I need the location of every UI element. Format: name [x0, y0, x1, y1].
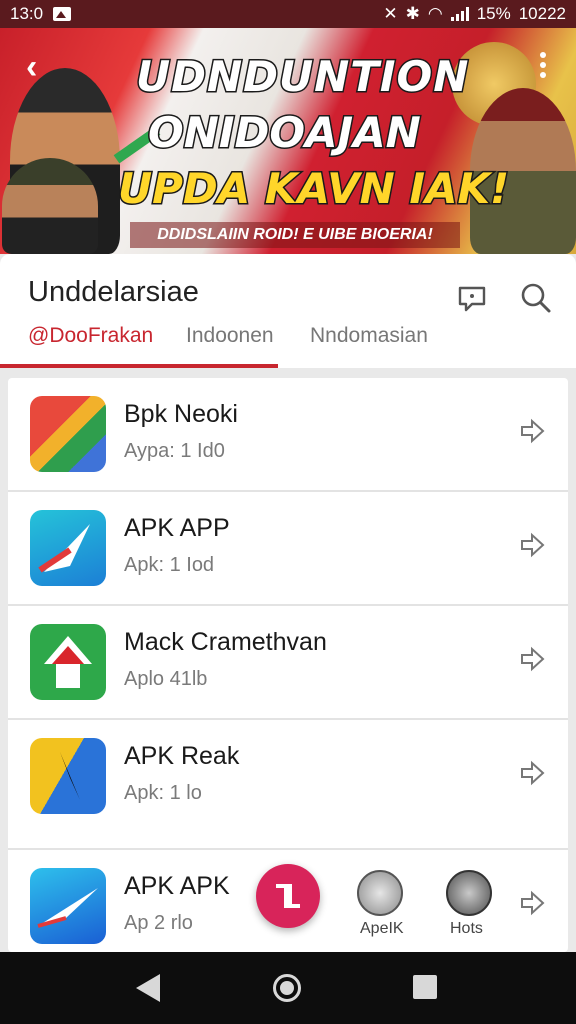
hots-action-button[interactable] — [446, 870, 492, 916]
banner-headline-3: UPDA KAVN IAK! — [116, 163, 510, 215]
app-name: APK APK — [124, 872, 230, 900]
mute-icon: ✕ — [383, 4, 398, 23]
app-name: APK Reak — [124, 742, 240, 770]
banner-headline-1: UDNDUNTION — [134, 51, 470, 103]
status-bar: 13:0 ✕ ✱ ◠ 15% 10222 — [0, 0, 576, 28]
banner-headline-2: ONIDOAJAN — [147, 107, 423, 159]
share-arrow-icon[interactable] — [518, 416, 548, 446]
search-icon[interactable] — [516, 278, 556, 318]
soldier-image — [2, 158, 98, 254]
tab-bar: @DooFrakan Indoonen Nndomasian — [0, 318, 576, 368]
list-item[interactable]: Mack Cramethvan Aplo 41lb — [8, 606, 568, 720]
app-name: Mack Cramethvan — [124, 628, 327, 656]
banner-strip-text: DDIDSLAIIN ROID! E UIBE BIOERIA! — [130, 222, 460, 248]
app-subtitle: Aplo 41lb — [124, 668, 208, 690]
app-icon — [30, 396, 106, 472]
share-arrow-icon[interactable] — [518, 888, 548, 918]
promo-banner: UDNDUNTION ONIDOAJAN UPDA KAVN IAK! DDID… — [0, 28, 576, 254]
signal-icon — [450, 7, 469, 21]
tab-indoonen[interactable]: Indoonen — [186, 324, 274, 368]
page-title: Unddelarsiae — [28, 276, 199, 308]
nav-recents-icon[interactable] — [413, 975, 437, 999]
apk-action-button[interactable] — [357, 870, 403, 916]
app-name: Bpk Neoki — [124, 400, 238, 428]
more-options-icon[interactable] — [540, 52, 546, 78]
app-name: APK APP — [124, 514, 230, 542]
list-item[interactable]: APK Reak Apk: 1 lo — [8, 720, 568, 834]
gallery-notification-icon — [53, 7, 72, 21]
hots-action-label: Hots — [450, 920, 483, 937]
tab-nndomasian[interactable]: Nndomasian — [310, 324, 428, 368]
apk-action-label: ApeIK — [360, 920, 404, 937]
share-arrow-icon[interactable] — [518, 644, 548, 674]
list-item[interactable]: APK APP Apk: 1 Iod — [8, 492, 568, 606]
app-icon — [30, 738, 106, 814]
app-subtitle: Aypa: 1 Id0 — [124, 440, 225, 462]
fab-button[interactable] — [256, 864, 320, 928]
battery-text: 15% — [476, 4, 511, 23]
app-icon — [30, 868, 106, 944]
app-subtitle: Apk: 1 lo — [124, 782, 202, 804]
app-icon — [30, 510, 106, 586]
vibrate-icon: ✱ — [405, 4, 420, 23]
list-item[interactable]: Bpk Neoki Aypa: 1 Id0 — [8, 378, 568, 492]
app-subtitle: Apk: 1 Iod — [124, 554, 215, 576]
back-arrow-icon[interactable]: ‹ — [26, 48, 37, 87]
share-arrow-icon[interactable] — [518, 758, 548, 788]
nav-back-icon[interactable] — [136, 974, 160, 1002]
system-nav-bar — [0, 952, 576, 1024]
wifi-icon: ◠ — [427, 4, 443, 23]
share-arrow-icon[interactable] — [518, 530, 548, 560]
status-time: 13:0 — [10, 4, 44, 23]
app-subtitle: Ap 2 rlo — [124, 912, 193, 934]
app-icon — [30, 624, 106, 700]
page-header: Unddelarsiae @DooFrakan Indoonen Nndomas… — [0, 254, 576, 368]
nav-home-icon[interactable] — [273, 974, 301, 1002]
chat-icon[interactable] — [452, 278, 492, 318]
clock-text: 10222 — [518, 4, 566, 23]
